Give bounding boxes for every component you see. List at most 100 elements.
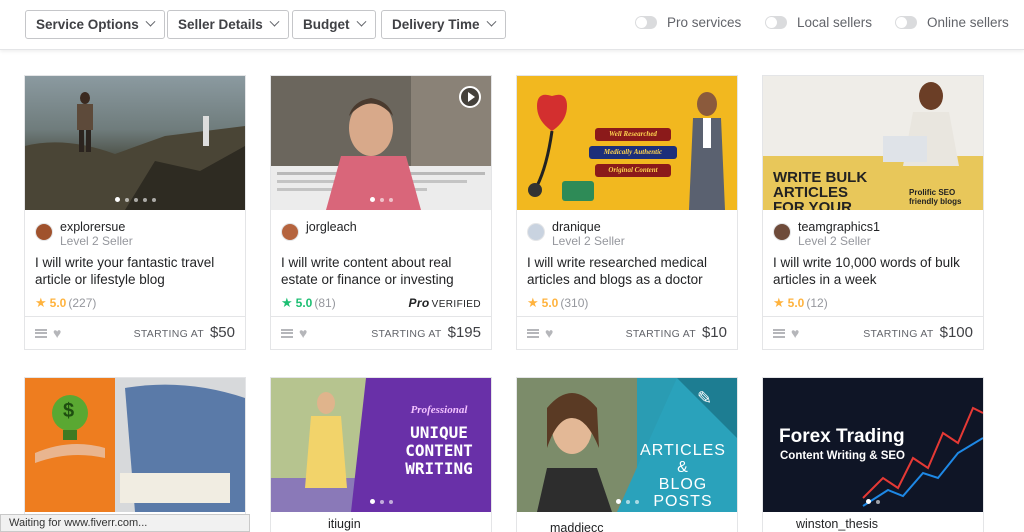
toggle-switch[interactable] — [635, 16, 657, 29]
price-label: STARTING AT — [371, 328, 442, 340]
banner-subtext: Content Writing & SEO — [780, 450, 906, 462]
seller-name[interactable]: explorersue — [60, 220, 133, 234]
gig-card[interactable]: Forex Trading Content Writing & SEO — [762, 377, 984, 532]
price-value: $195 — [447, 324, 481, 341]
gig-card[interactable]: $ — [24, 377, 246, 532]
play-icon[interactable] — [459, 86, 481, 108]
dropdown-label: Service Options — [36, 17, 139, 32]
gig-card[interactable]: Professional UNIQUE CONTENT WRITING — [270, 377, 492, 532]
heart-icon[interactable]: ♥ — [791, 325, 799, 341]
price[interactable]: STARTING AT $50 — [134, 324, 235, 341]
card-footer: ♥ STARTING AT $195 — [271, 316, 491, 349]
avatar[interactable] — [773, 223, 791, 241]
card-footer: ♥ STARTING AT $100 — [763, 316, 983, 349]
rating-value: 5.0 — [787, 296, 805, 310]
gig-card[interactable]: WRITE BULK ARTICLES FOR YOUR Prolific SEO f… — [762, 75, 984, 350]
gig-thumbnail[interactable]: Well Researched Medically Authentic Orig… — [517, 76, 737, 210]
gig-card[interactable]: explorersue Level 2 Seller I will write y… — [24, 75, 246, 350]
gig-thumbnail[interactable] — [271, 76, 491, 210]
pro-services-toggle[interactable]: Pro services — [635, 15, 741, 30]
pro-verified-badge: Pro VERIFIED — [408, 296, 481, 310]
seller-level: Level 2 Seller — [552, 234, 625, 248]
heart-icon[interactable]: ♥ — [299, 325, 307, 341]
toggle-label: Online sellers — [927, 15, 1009, 30]
avatar[interactable] — [281, 223, 299, 241]
medical-banner-image — [528, 92, 725, 210]
toggle-label: Local sellers — [797, 15, 873, 30]
seller-level: Level 2 Seller — [60, 234, 133, 248]
dropdown-label: Seller Details — [178, 17, 263, 32]
dollar-icon: $ — [63, 400, 75, 422]
card-footer: ♥ STARTING AT $50 — [25, 316, 245, 349]
collections-menu-icon[interactable] — [35, 328, 47, 338]
banner-subtext: Prolific SEO friendly blogs — [909, 188, 962, 206]
rating-value: 5.0 — [295, 296, 313, 310]
online-sellers-toggle[interactable]: Online sellers — [895, 15, 1009, 30]
toggle-switch[interactable] — [765, 16, 787, 29]
seller-name[interactable]: jorgleach — [306, 220, 357, 234]
gig-thumbnail[interactable] — [25, 76, 245, 210]
seller-details-dropdown[interactable]: Seller Details — [167, 10, 289, 39]
gig-rating: ★ 5.0 (12) — [763, 290, 983, 316]
seller-name[interactable]: dranique — [552, 220, 625, 234]
filter-bar: Service Options Seller Details Budget De… — [0, 0, 1024, 50]
gig-title[interactable]: I will write content about real estate o… — [271, 254, 491, 290]
price-label: STARTING AT — [133, 328, 204, 340]
rating-count: (81) — [314, 296, 336, 310]
price-label: STARTING AT — [625, 328, 696, 340]
browser-status-bar: Waiting for www.fiverr.com... — [0, 514, 250, 532]
avatar[interactable] — [35, 223, 53, 241]
price[interactable]: STARTING AT $195 — [371, 324, 481, 341]
chevron-down-icon — [356, 16, 366, 27]
seller-name[interactable]: winston_thesis — [796, 517, 878, 531]
collections-menu-icon[interactable] — [527, 328, 539, 338]
seller-name[interactable]: itiugin — [328, 517, 361, 531]
carousel-dots[interactable] — [763, 499, 983, 504]
banner-text: WRITE BULK ARTICLES FOR YOUR — [773, 169, 868, 210]
price-value: $50 — [209, 324, 235, 341]
gig-title[interactable]: I will write researched medical articles… — [517, 254, 737, 290]
avatar[interactable] — [527, 223, 545, 241]
rating-value: 5.0 — [49, 296, 67, 310]
service-options-dropdown[interactable]: Service Options — [25, 10, 165, 39]
gig-card[interactable]: jorgleach I will write content about rea… — [270, 75, 492, 350]
seller-info: teamgraphics1 Level 2 Seller — [763, 210, 983, 254]
banner-text: Professional — [410, 404, 468, 416]
carousel-dots[interactable] — [271, 197, 491, 202]
gig-card[interactable]: ARTICLES & BLOG POSTS ✎ — [516, 377, 738, 532]
gig-title[interactable]: I will write your fantastic travel artic… — [25, 254, 245, 290]
rating-value: 5.0 — [541, 296, 559, 310]
gig-thumbnail[interactable]: WRITE BULK ARTICLES FOR YOUR Prolific SEO f… — [763, 76, 983, 210]
carousel-dots[interactable] — [271, 499, 491, 504]
money-bulb-image — [25, 378, 245, 512]
gig-thumbnail[interactable]: ARTICLES & BLOG POSTS ✎ — [517, 378, 737, 512]
collections-menu-icon[interactable] — [281, 328, 293, 338]
gig-thumbnail[interactable]: $ — [25, 378, 245, 512]
delivery-time-dropdown[interactable]: Delivery Time — [381, 10, 506, 39]
heart-icon[interactable]: ♥ — [545, 325, 553, 341]
dropdown-label: Delivery Time — [392, 17, 480, 32]
rating-count: (227) — [68, 296, 97, 310]
budget-dropdown[interactable]: Budget — [292, 10, 376, 39]
banner-heading: UNIQUE CONTENT WRITING — [405, 423, 473, 478]
seller-info: jorgleach — [271, 210, 491, 254]
gig-thumbnail[interactable]: Professional UNIQUE CONTENT WRITING — [271, 378, 491, 512]
gig-rating: ★ 5.0 (310) — [517, 290, 737, 316]
carousel-dots[interactable] — [517, 499, 737, 504]
local-sellers-toggle[interactable]: Local sellers — [765, 15, 872, 30]
star-icon: ★ — [35, 295, 47, 310]
heart-icon[interactable]: ♥ — [53, 325, 61, 341]
price[interactable]: STARTING AT $100 — [863, 324, 973, 341]
chevron-down-icon — [486, 16, 497, 27]
gig-thumbnail[interactable]: Forex Trading Content Writing & SEO — [763, 378, 983, 512]
gig-title[interactable]: I will write 10,000 words of bulk articl… — [763, 254, 983, 290]
toggle-switch[interactable] — [895, 16, 917, 29]
gig-card[interactable]: Well Researched Medically Authentic Orig… — [516, 75, 738, 350]
price[interactable]: STARTING AT $10 — [626, 324, 727, 341]
star-icon: ★ — [773, 295, 785, 310]
seller-name[interactable]: maddiecc — [550, 521, 604, 532]
carousel-dots[interactable] — [25, 197, 245, 202]
collections-menu-icon[interactable] — [773, 328, 785, 338]
star-icon: ★ — [527, 295, 539, 310]
seller-name[interactable]: teamgraphics1 — [798, 220, 880, 234]
